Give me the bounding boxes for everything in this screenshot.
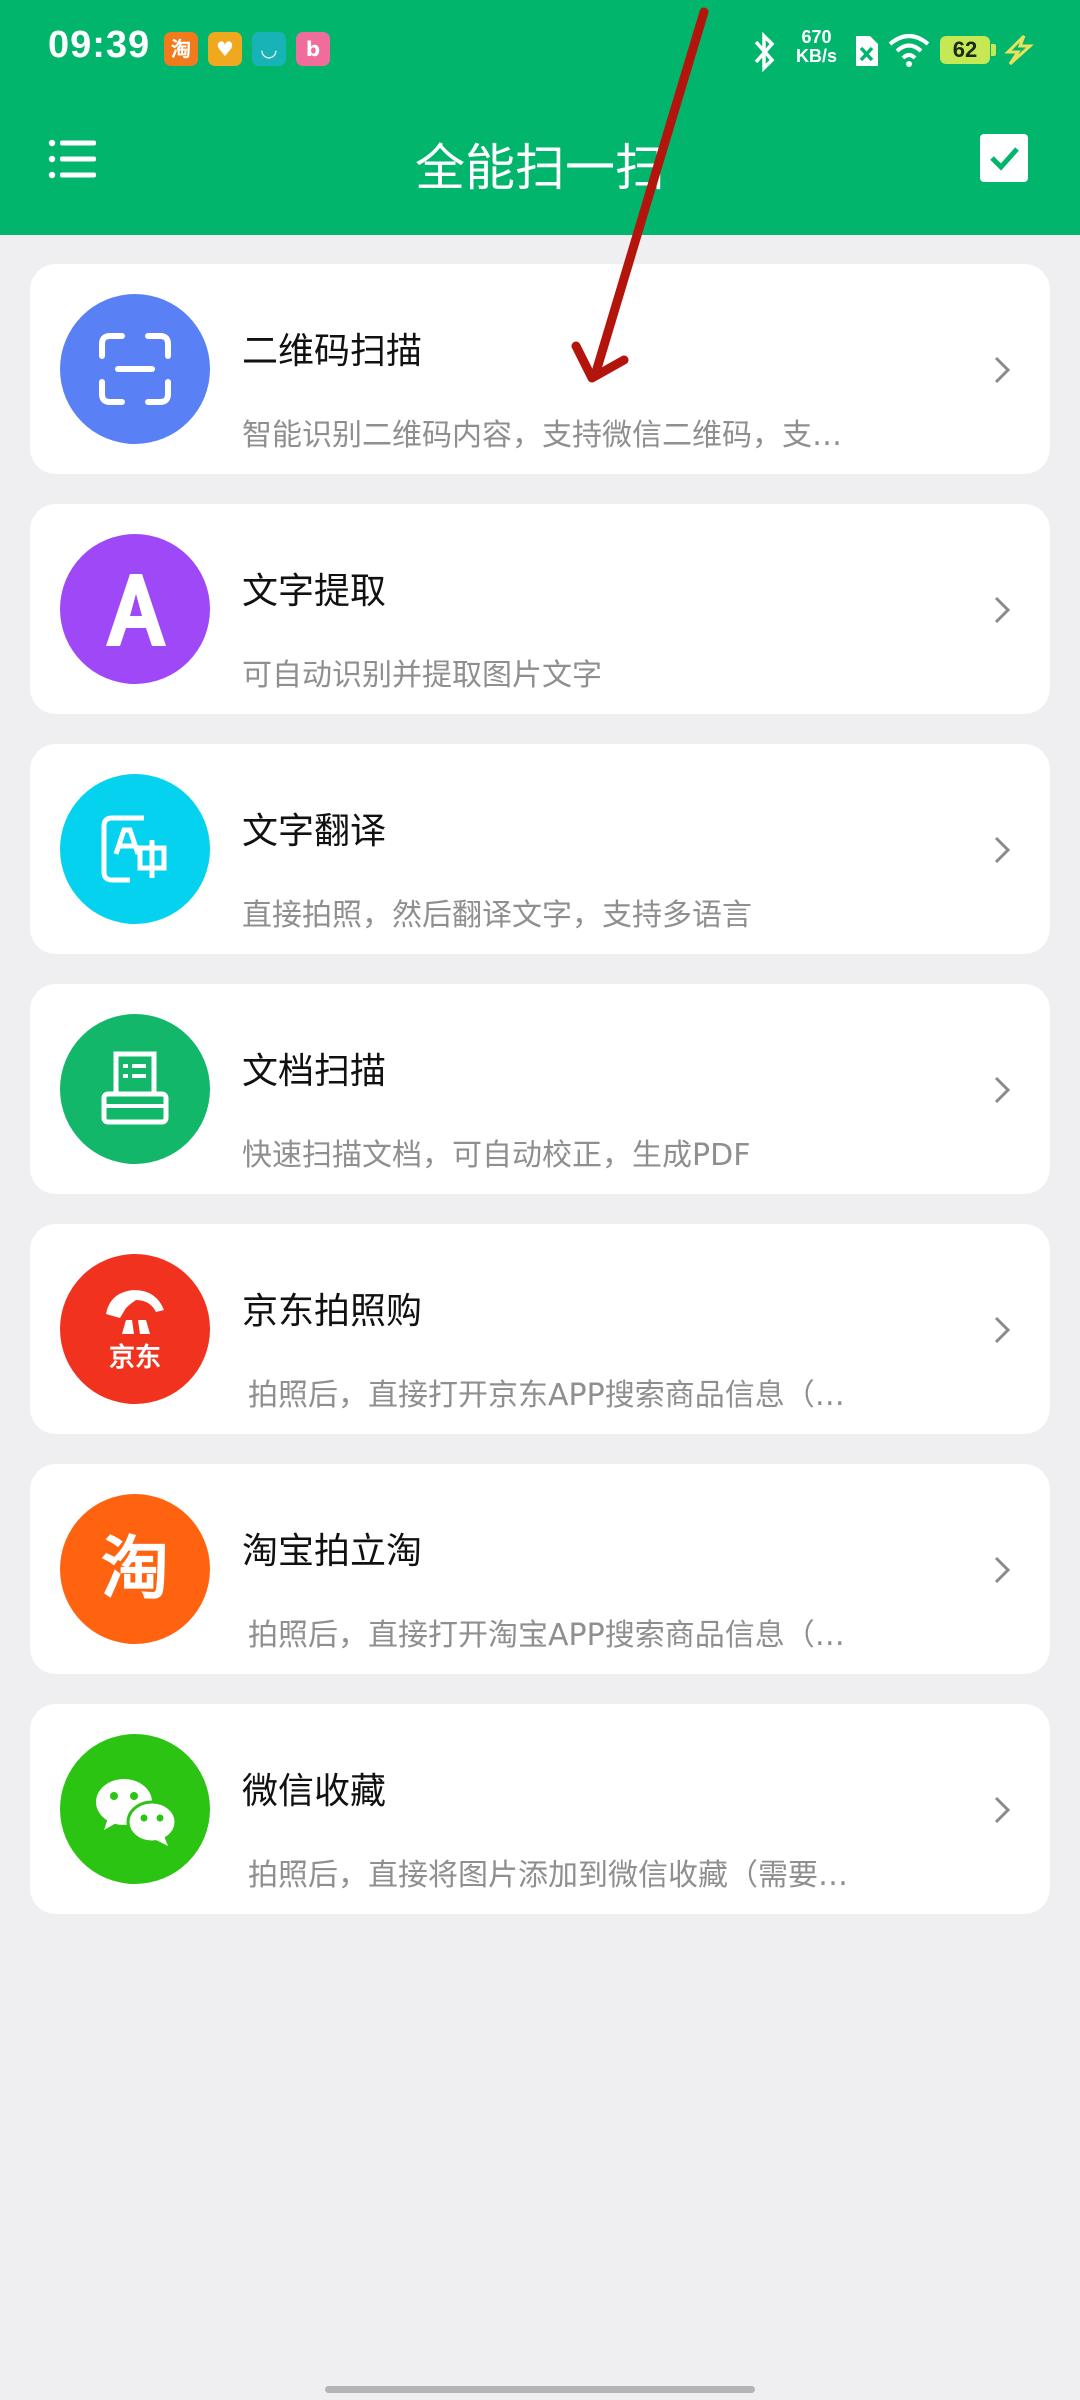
jd-logo-icon: 京东 [60,1254,210,1404]
feature-card-document-scan[interactable]: 文档扫描 快速扫描文档，可自动校正，生成PDF [30,984,1050,1194]
card-description: 拍照后，直接将图片添加到微信收藏（需要… [248,1858,848,1893]
heart-app-icon: ♥ [208,32,242,66]
status-bar: 09:39 淘 ♥ ◡ b 670 KB/s 62 [0,0,1080,100]
card-description: 智能识别二维码内容，支持微信二维码，支… [242,418,842,453]
feature-card-translate[interactable]: 文字翻译 直接拍照，然后翻译文字，支持多语言 [30,744,1050,954]
bilibili-icon: b [296,32,330,66]
speed-value: 670 [801,27,832,47]
checkbox-icon[interactable] [980,134,1028,182]
card-title: 京东拍照购 [242,1291,423,1332]
sim-off-icon [856,36,878,66]
network-speed: 670 KB/s [796,28,837,66]
translate-icon [60,774,210,924]
card-title: 文档扫描 [242,1051,387,1092]
speed-unit: KB/s [796,46,838,66]
document-scan-icon [60,1014,210,1164]
qr-scan-icon [60,294,210,444]
card-description: 直接拍照，然后翻译文字，支持多语言 [242,898,752,933]
card-title: 淘宝拍立淘 [242,1531,423,1572]
chevron-right-icon [994,1556,1011,1584]
feature-card-jd-photo-buy[interactable]: 京东 京东拍照购 拍照后，直接打开京东APP搜索商品信息（… [30,1224,1050,1434]
card-description: 拍照后，直接打开京东APP搜索商品信息（… [248,1378,845,1413]
card-description: 可自动识别并提取图片文字 [242,658,602,693]
jd-logo-text: 京东 [109,1342,161,1373]
wechat-logo-icon [60,1734,210,1884]
header-bar: 09:39 淘 ♥ ◡ b 670 KB/s 62 全能扫一扫 [0,0,1080,235]
taobao-icon: 淘 [164,32,198,66]
card-title: 文字翻译 [242,811,387,852]
shield-app-icon: ◡ [252,32,286,66]
feature-card-text-extract[interactable]: 文字提取 可自动识别并提取图片文字 [30,504,1050,714]
battery-tip [991,44,996,56]
chevron-right-icon [994,596,1011,624]
bluetooth-icon [754,32,775,72]
battery-level: 62 [940,36,990,64]
home-indicator[interactable] [325,2386,755,2393]
wifi-icon [888,34,930,67]
chevron-right-icon [994,356,1011,384]
taobao-logo-text: 淘 [101,1530,169,1609]
charging-icon [1004,34,1034,66]
chevron-right-icon [994,1316,1011,1344]
feature-card-taobao-photo[interactable]: 淘 淘宝拍立淘 拍照后，直接打开淘宝APP搜索商品信息（… [30,1464,1050,1674]
feature-card-qr-scan[interactable]: 二维码扫描 智能识别二维码内容，支持微信二维码，支… [30,264,1050,474]
card-description: 快速扫描文档，可自动校正，生成PDF [242,1138,751,1173]
card-title: 文字提取 [242,571,387,612]
card-title: 微信收藏 [242,1771,387,1812]
feature-card-wechat-favorite[interactable]: 微信收藏 拍照后，直接将图片添加到微信收藏（需要… [30,1704,1050,1914]
letter-a-icon [60,534,210,684]
chevron-right-icon [994,1076,1011,1104]
chevron-right-icon [994,836,1011,864]
page-title: 全能扫一扫 [415,139,665,197]
chevron-right-icon [994,1796,1011,1824]
taobao-logo-icon: 淘 [60,1494,210,1644]
card-title: 二维码扫描 [242,331,423,372]
status-time: 09:39 [48,24,151,66]
card-description: 拍照后，直接打开淘宝APP搜索商品信息（… [248,1618,845,1653]
